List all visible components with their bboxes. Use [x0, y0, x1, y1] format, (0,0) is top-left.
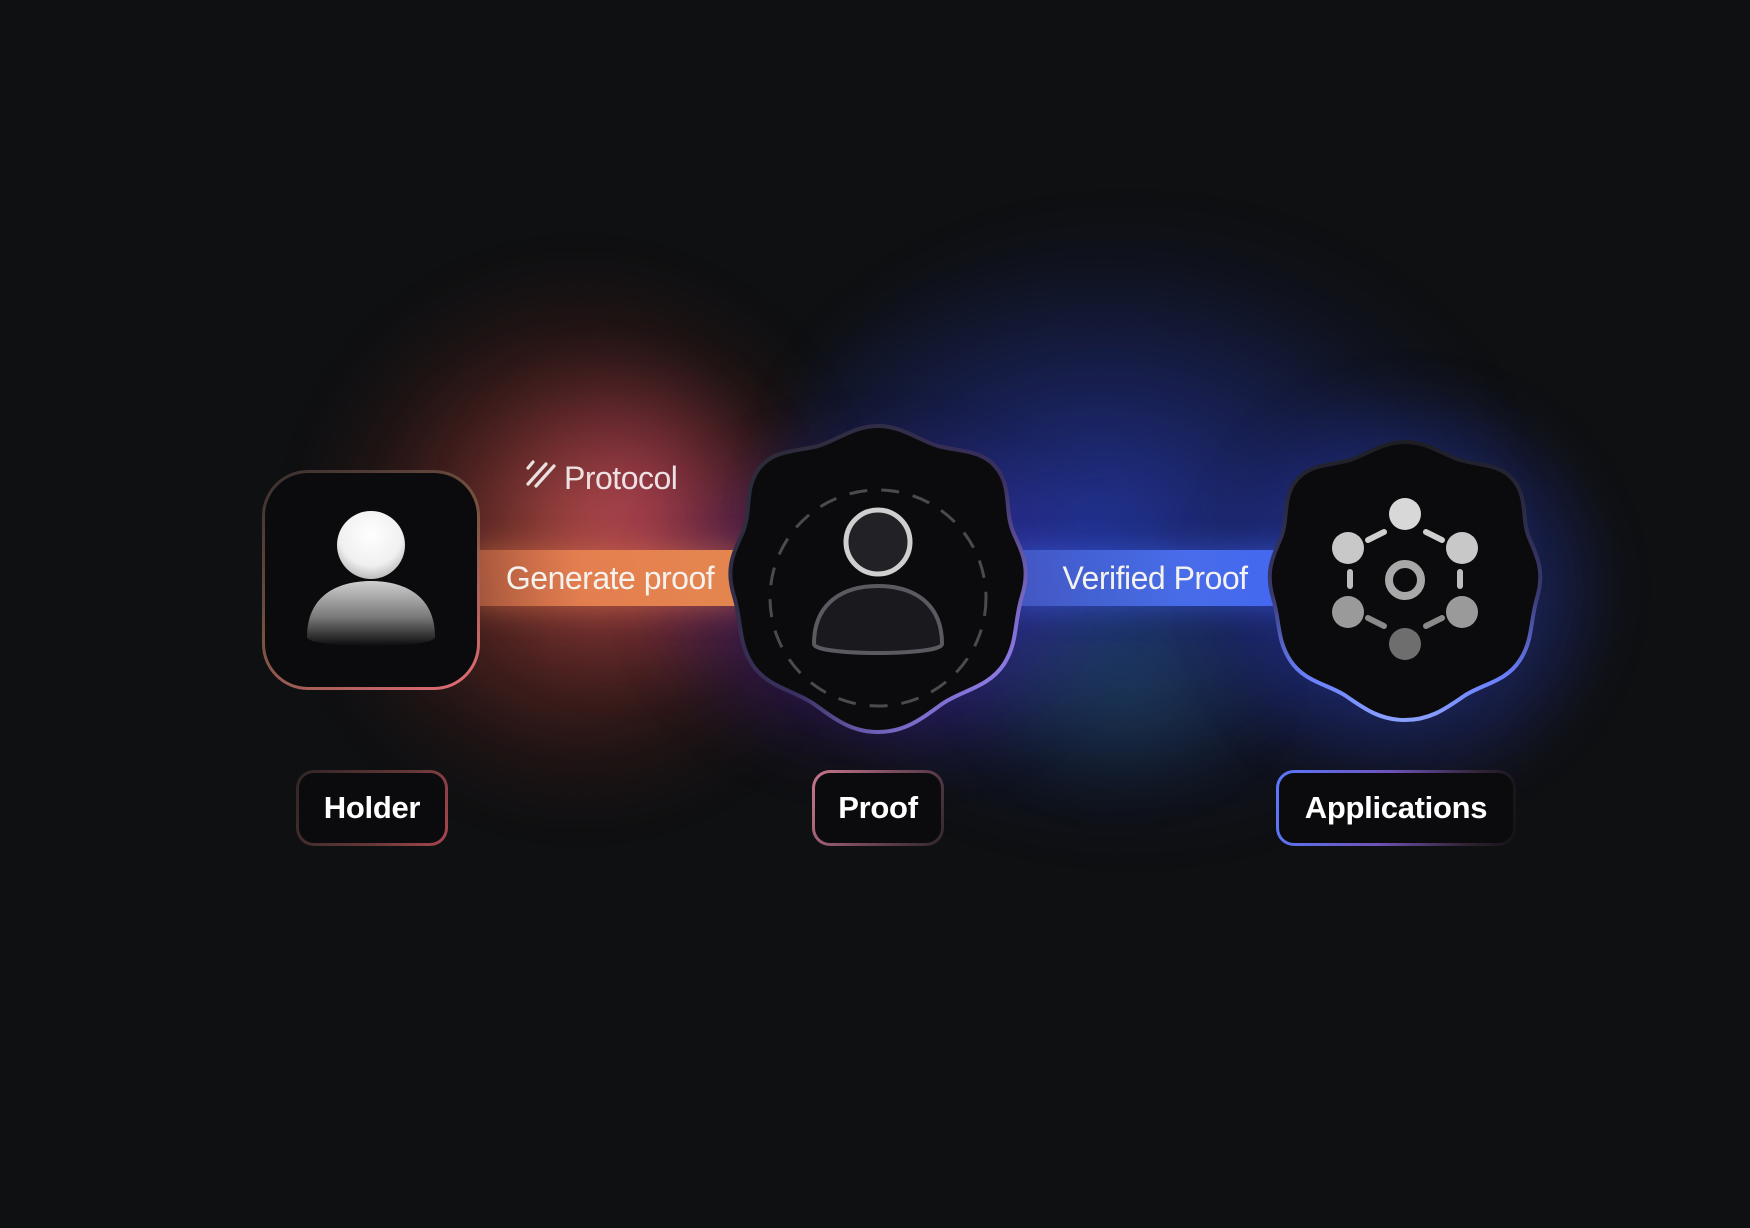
applications-node	[1267, 439, 1543, 723]
diagram-canvas: Generate proof Verified Proof Protocol H…	[0, 0, 1750, 1228]
slash-logo-icon	[524, 458, 556, 498]
verified-proof-connector: Verified Proof	[1010, 550, 1300, 606]
proof-label: Proof	[815, 773, 941, 843]
applications-label: Applications	[1279, 773, 1513, 843]
verified-proof-label: Verified Proof	[1062, 559, 1248, 596]
holder-node	[262, 470, 480, 690]
generate-proof-connector: Generate proof	[470, 550, 750, 606]
protocol-label: Protocol	[564, 459, 678, 496]
holder-label-badge: Holder	[296, 770, 448, 846]
holder-label: Holder	[299, 773, 445, 843]
protocol-tag: Protocol	[524, 458, 678, 498]
generate-proof-label: Generate proof	[505, 559, 715, 596]
user-avatar-icon	[307, 511, 435, 646]
holder-node-inner	[265, 473, 477, 687]
proof-node	[728, 423, 1028, 735]
applications-label-badge: Applications	[1276, 770, 1516, 846]
proof-label-badge: Proof	[812, 770, 944, 846]
